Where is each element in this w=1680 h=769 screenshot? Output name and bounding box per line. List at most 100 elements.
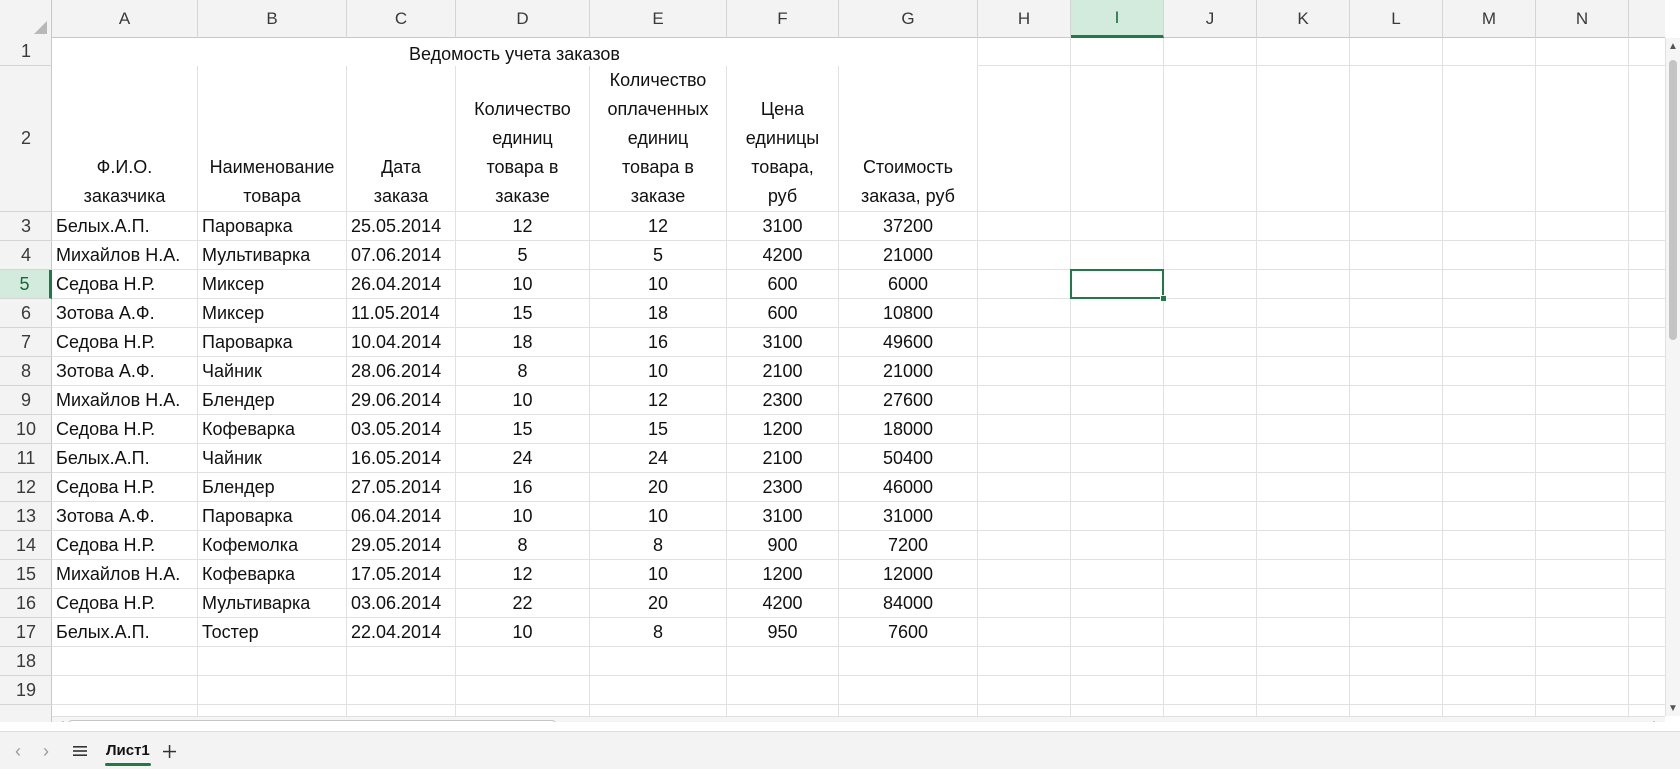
- cell-d12[interactable]: 16: [456, 473, 589, 501]
- cell-d11[interactable]: 24: [456, 444, 589, 472]
- cell-a14[interactable]: Седова Н.Р.: [52, 531, 197, 559]
- cell-g6[interactable]: 10800: [839, 299, 977, 327]
- cell-e12[interactable]: 20: [590, 473, 726, 501]
- column-header-f[interactable]: F: [727, 0, 839, 38]
- cell-g4[interactable]: 21000: [839, 241, 977, 269]
- cell-e17[interactable]: 8: [590, 618, 726, 646]
- row-header-19[interactable]: 19: [0, 676, 52, 705]
- cell-f17[interactable]: 950: [727, 618, 838, 646]
- row-header-12[interactable]: 12: [0, 473, 52, 502]
- cell-d6[interactable]: 15: [456, 299, 589, 327]
- horizontal-scroll-thumb[interactable]: [68, 720, 556, 722]
- cell-f7[interactable]: 3100: [727, 328, 838, 356]
- row-header-14[interactable]: 14: [0, 531, 52, 560]
- cell-b11[interactable]: Чайник: [198, 444, 346, 472]
- cell-g15[interactable]: 12000: [839, 560, 977, 588]
- cell-e15[interactable]: 10: [590, 560, 726, 588]
- sheet-tab-list1[interactable]: Лист1: [102, 735, 154, 766]
- cell-b9[interactable]: Блендер: [198, 386, 346, 414]
- cell-b4[interactable]: Мультиварка: [198, 241, 346, 269]
- column-header-a[interactable]: A: [52, 0, 198, 38]
- cell-b13[interactable]: Пароварка: [198, 502, 346, 530]
- cell-c3[interactable]: 25.05.2014: [347, 212, 455, 240]
- cell-a4[interactable]: Михайлов Н.А.: [52, 241, 197, 269]
- cell-a7[interactable]: Седова Н.Р.: [52, 328, 197, 356]
- cell-b3[interactable]: Пароварка: [198, 212, 346, 240]
- scroll-right-icon[interactable]: ▶: [1649, 717, 1665, 723]
- cell-d14[interactable]: 8: [456, 531, 589, 559]
- column-header-i[interactable]: I: [1071, 0, 1164, 38]
- cell-g3[interactable]: 37200: [839, 212, 977, 240]
- cell-d13[interactable]: 10: [456, 502, 589, 530]
- cell-g5[interactable]: 6000: [839, 270, 977, 298]
- column-header-b[interactable]: B: [198, 0, 347, 38]
- column-header-j[interactable]: J: [1164, 0, 1257, 38]
- cell-a13[interactable]: Зотова А.Ф.: [52, 502, 197, 530]
- cell-e10[interactable]: 15: [590, 415, 726, 443]
- table-title[interactable]: Ведомость учета заказов: [52, 38, 977, 66]
- cell-a3[interactable]: Белых.А.П.: [52, 212, 197, 240]
- column-header-e[interactable]: E: [590, 0, 727, 38]
- row-header-15[interactable]: 15: [0, 560, 52, 589]
- row-header-17[interactable]: 17: [0, 618, 52, 647]
- cell-f8[interactable]: 2100: [727, 357, 838, 385]
- cell-g11[interactable]: 50400: [839, 444, 977, 472]
- cell-e11[interactable]: 24: [590, 444, 726, 472]
- cell-d3[interactable]: 12: [456, 212, 589, 240]
- cell-b8[interactable]: Чайник: [198, 357, 346, 385]
- cell-d10[interactable]: 15: [456, 415, 589, 443]
- column-header-l[interactable]: L: [1350, 0, 1443, 38]
- cell-c14[interactable]: 29.05.2014: [347, 531, 455, 559]
- cell-f14[interactable]: 900: [727, 531, 838, 559]
- cell-f15[interactable]: 1200: [727, 560, 838, 588]
- cell-b7[interactable]: Пароварка: [198, 328, 346, 356]
- cell-c11[interactable]: 16.05.2014: [347, 444, 455, 472]
- column-header-d[interactable]: D: [456, 0, 590, 38]
- cell-f6[interactable]: 600: [727, 299, 838, 327]
- cell-f3[interactable]: 3100: [727, 212, 838, 240]
- cell-b15[interactable]: Кофеварка: [198, 560, 346, 588]
- fill-handle[interactable]: [1160, 295, 1167, 302]
- row-header-13[interactable]: 13: [0, 502, 52, 531]
- cell-a8[interactable]: Зотова А.Ф.: [52, 357, 197, 385]
- horizontal-scrollbar[interactable]: ◀ ▶: [52, 716, 1665, 722]
- cell-d8[interactable]: 8: [456, 357, 589, 385]
- header-cell-e[interactable]: Количество оплаченных единиц товара в заказе: [590, 66, 726, 211]
- scroll-left-icon[interactable]: ◀: [52, 717, 68, 723]
- cell-c9[interactable]: 29.06.2014: [347, 386, 455, 414]
- cell-b5[interactable]: Миксер: [198, 270, 346, 298]
- cell-b10[interactable]: Кофеварка: [198, 415, 346, 443]
- cell-f4[interactable]: 4200: [727, 241, 838, 269]
- cell-g8[interactable]: 21000: [839, 357, 977, 385]
- header-cell-a[interactable]: Ф.И.О. заказчика: [52, 66, 197, 211]
- column-header-n[interactable]: N: [1536, 0, 1629, 38]
- cell-g7[interactable]: 49600: [839, 328, 977, 356]
- vertical-scroll-thumb[interactable]: [1669, 60, 1677, 340]
- row-header-18[interactable]: 18: [0, 647, 52, 676]
- cell-a17[interactable]: Белых.А.П.: [52, 618, 197, 646]
- cell-f12[interactable]: 2300: [727, 473, 838, 501]
- row-header-16[interactable]: 16: [0, 589, 52, 618]
- row-header-4[interactable]: 4: [0, 241, 52, 270]
- row-header-5[interactable]: 5: [0, 270, 52, 299]
- cell-g13[interactable]: 31000: [839, 502, 977, 530]
- cell-f5[interactable]: 600: [727, 270, 838, 298]
- cell-d4[interactable]: 5: [456, 241, 589, 269]
- cell-a12[interactable]: Седова Н.Р.: [52, 473, 197, 501]
- cell-c17[interactable]: 22.04.2014: [347, 618, 455, 646]
- active-cell-selection[interactable]: [1070, 269, 1164, 299]
- cell-e6[interactable]: 18: [590, 299, 726, 327]
- cell-b12[interactable]: Блендер: [198, 473, 346, 501]
- plus-icon[interactable]: [158, 738, 180, 764]
- cell-a6[interactable]: Зотова А.Ф.: [52, 299, 197, 327]
- column-header-h[interactable]: H: [978, 0, 1071, 38]
- cell-e16[interactable]: 20: [590, 589, 726, 617]
- row-header-10[interactable]: 10: [0, 415, 52, 444]
- row-header-9[interactable]: 9: [0, 386, 52, 415]
- cell-g12[interactable]: 46000: [839, 473, 977, 501]
- cell-e5[interactable]: 10: [590, 270, 726, 298]
- cell-d9[interactable]: 10: [456, 386, 589, 414]
- cell-a10[interactable]: Седова Н.Р.: [52, 415, 197, 443]
- cell-b17[interactable]: Тостер: [198, 618, 346, 646]
- scroll-up-icon[interactable]: ▲: [1666, 38, 1680, 54]
